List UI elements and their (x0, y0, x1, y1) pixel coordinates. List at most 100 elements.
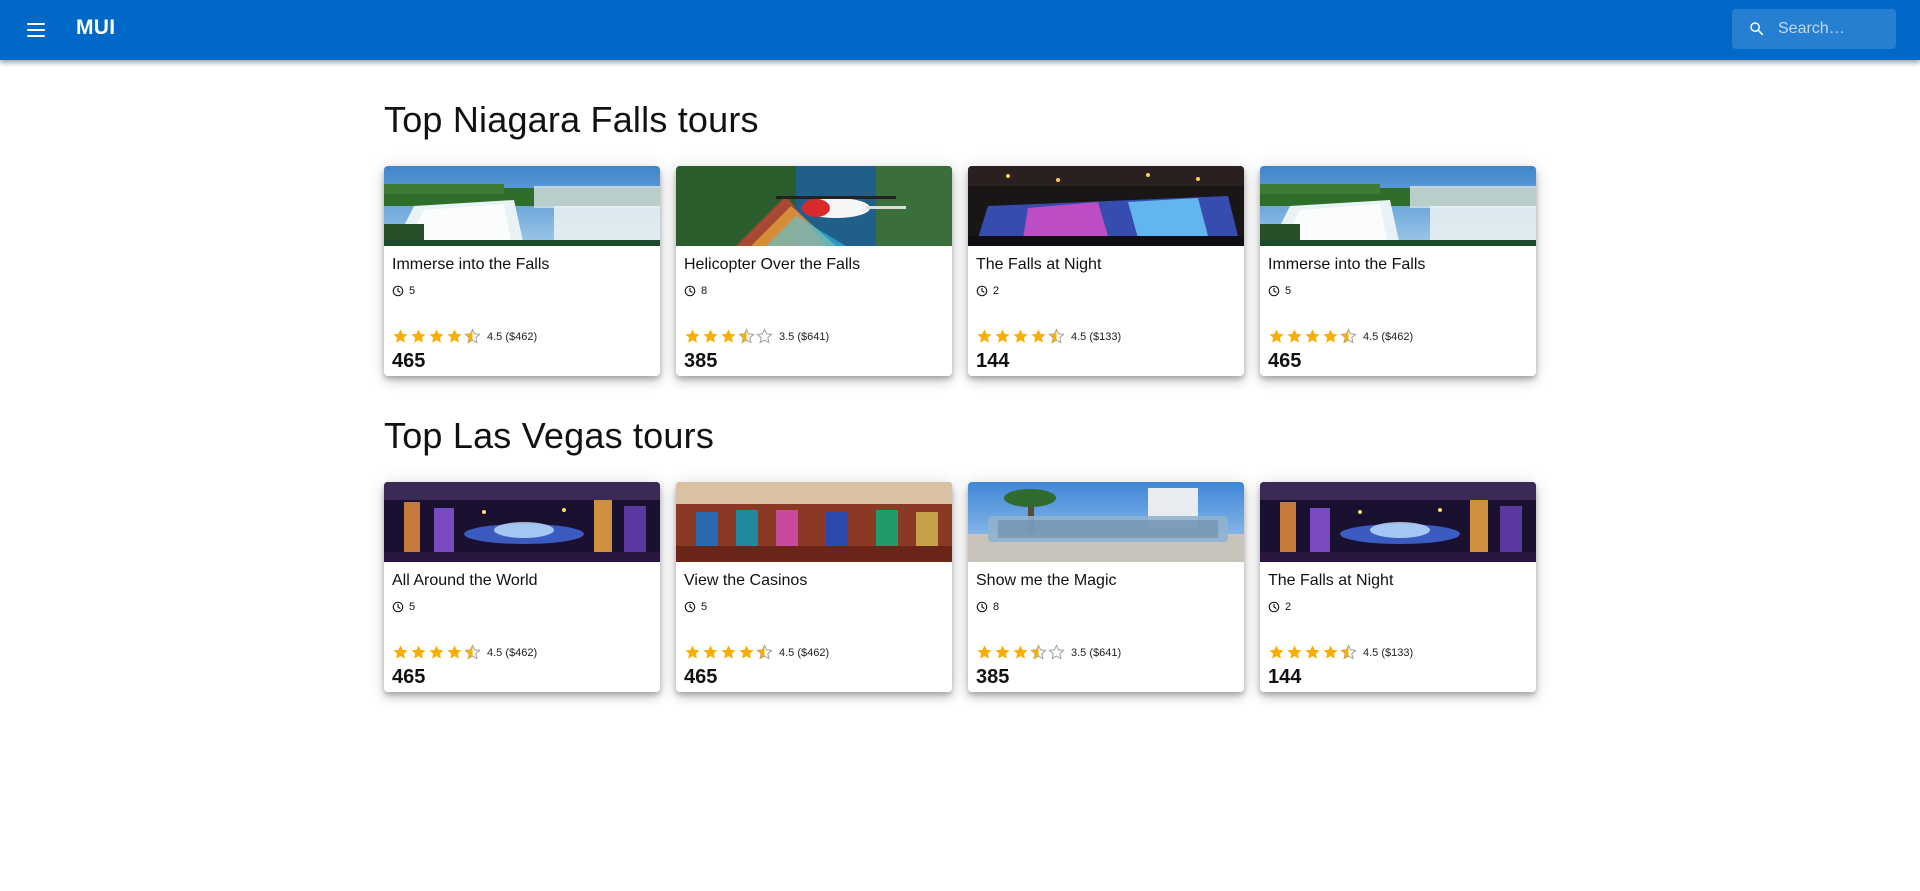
duration: 8 (976, 601, 999, 613)
rating-text: 4.5 ($462) (1363, 330, 1414, 343)
tour-card[interactable]: Helicopter Over the Falls 8 3.5 ($641) 3… (676, 166, 952, 376)
star-filled-icon (977, 645, 992, 659)
magic-sign-photo (968, 482, 1244, 562)
star-filled-icon (1013, 329, 1028, 343)
rating: 4.5 ($462) (1268, 328, 1413, 345)
star-half-icon (1340, 644, 1357, 660)
tour-card[interactable]: Immerse into the Falls 5 4.5 ($462) 465 (1260, 166, 1536, 376)
tour-title[interactable]: The Falls at Night (976, 256, 1101, 274)
rating: 4.5 ($133) (976, 328, 1121, 345)
star-rating (1268, 328, 1357, 345)
star-half-icon (1030, 644, 1047, 660)
app-bar: MUI (0, 0, 1920, 60)
star-rating (1268, 644, 1357, 661)
rating-text: 4.5 ($462) (487, 330, 538, 343)
star-half-icon (756, 644, 773, 660)
duration: 2 (1268, 601, 1291, 613)
casino-photo (676, 482, 952, 562)
duration: 5 (684, 601, 707, 613)
star-rating (684, 328, 773, 345)
star-filled-icon (393, 645, 408, 659)
star-filled-icon (1305, 329, 1320, 343)
price: 465 (392, 350, 426, 372)
rating-text: 3.5 ($641) (1071, 646, 1122, 659)
star-filled-icon (1287, 329, 1302, 343)
star-filled-icon (393, 329, 408, 343)
falls-night-photo (968, 166, 1244, 246)
duration: 5 (1268, 285, 1291, 297)
rating-text: 3.5 ($641) (779, 330, 830, 343)
star-rating (684, 644, 773, 661)
duration-value: 5 (701, 601, 708, 613)
price: 385 (684, 350, 718, 372)
star-half-icon (1048, 328, 1065, 344)
search-icon (1750, 22, 1764, 36)
star-filled-icon (429, 645, 444, 659)
rating: 3.5 ($641) (684, 328, 829, 345)
duration: 5 (392, 601, 415, 613)
card-body: Immerse into the Falls 5 4.5 ($462) 465 (1268, 246, 1528, 376)
niagara-falls-photo (384, 166, 660, 246)
tour-title[interactable]: Show me the Magic (976, 572, 1117, 590)
clock-icon (1268, 285, 1280, 297)
star-filled-icon (429, 329, 444, 343)
menu-icon-line (27, 29, 45, 31)
star-filled-icon (1031, 329, 1046, 343)
duration-value: 8 (701, 285, 708, 297)
star-filled-icon (685, 329, 700, 343)
rating: 4.5 ($462) (392, 644, 537, 661)
star-filled-icon (1305, 645, 1320, 659)
star-filled-icon (1269, 645, 1284, 659)
vegas-night-photo (384, 482, 660, 562)
star-filled-icon (411, 329, 426, 343)
rating: 4.5 ($462) (684, 644, 829, 661)
menu-icon-line (27, 23, 45, 25)
card-body: Immerse into the Falls 5 4.5 ($462) 465 (392, 246, 652, 376)
clock-icon (684, 285, 696, 297)
rating-text: 4.5 ($133) (1071, 330, 1122, 343)
search-box[interactable] (1732, 9, 1896, 49)
rating: 3.5 ($641) (976, 644, 1121, 661)
star-rating (976, 328, 1065, 345)
tour-card[interactable]: The Falls at Night 2 4.5 ($133) 144 (1260, 482, 1536, 692)
menu-icon[interactable] (20, 14, 52, 46)
card-body: Show me the Magic 8 3.5 ($641) 385 (976, 562, 1236, 692)
tour-title[interactable]: Immerse into the Falls (1268, 256, 1425, 274)
star-filled-icon (721, 329, 736, 343)
tour-card[interactable]: All Around the World 5 4.5 ($462) 465 (384, 482, 660, 692)
tour-title[interactable]: View the Casinos (684, 572, 807, 590)
tour-card[interactable]: The Falls at Night 2 4.5 ($133) 144 (968, 166, 1244, 376)
duration: 2 (976, 285, 999, 297)
duration-value: 2 (993, 285, 1000, 297)
search-input[interactable] (1778, 9, 1892, 49)
tour-card[interactable]: Show me the Magic 8 3.5 ($641) 385 (968, 482, 1244, 692)
star-filled-icon (1013, 645, 1028, 659)
star-filled-icon (1323, 329, 1338, 343)
tour-card[interactable]: View the Casinos 5 4.5 ($462) 465 (676, 482, 952, 692)
price: 385 (976, 666, 1010, 688)
tour-title[interactable]: The Falls at Night (1268, 572, 1393, 590)
duration: 8 (684, 285, 707, 297)
star-filled-icon (1269, 329, 1284, 343)
rating-text: 4.5 ($462) (487, 646, 538, 659)
tour-title[interactable]: Immerse into the Falls (392, 256, 549, 274)
star-rating (976, 644, 1065, 661)
rating-text: 4.5 ($133) (1363, 646, 1414, 659)
duration-value: 5 (1285, 285, 1292, 297)
brand-title[interactable]: MUI (76, 16, 115, 40)
rating: 4.5 ($462) (392, 328, 537, 345)
star-filled-icon (977, 329, 992, 343)
tour-title[interactable]: Helicopter Over the Falls (684, 256, 860, 274)
price: 465 (392, 666, 426, 688)
tour-card[interactable]: Immerse into the Falls 5 4.5 ($462) 465 (384, 166, 660, 376)
star-empty-icon (756, 328, 773, 344)
star-half-icon (1340, 328, 1357, 344)
star-filled-icon (1287, 645, 1302, 659)
duration-value: 5 (409, 601, 416, 613)
star-filled-icon (739, 645, 754, 659)
card-body: View the Casinos 5 4.5 ($462) 465 (684, 562, 944, 692)
star-filled-icon (1323, 645, 1338, 659)
section-title: Top Niagara Falls tours (384, 99, 759, 140)
duration-value: 2 (1285, 601, 1292, 613)
tour-title[interactable]: All Around the World (392, 572, 538, 590)
